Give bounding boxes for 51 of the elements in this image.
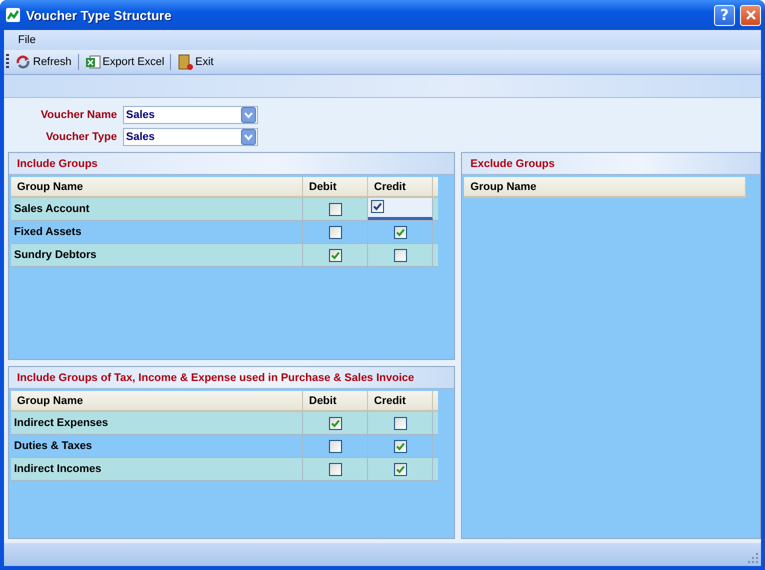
column-header[interactable]: Group Name	[464, 177, 746, 196]
table-row[interactable]: Sundry Debtors	[11, 244, 438, 267]
spreadsheet-icon	[84, 54, 101, 70]
table-cell: Indirect Expenses	[11, 412, 303, 434]
table-row[interactable]: Fixed Assets	[11, 221, 438, 244]
checkbox[interactable]	[371, 200, 384, 213]
dropdown[interactable]: Sales	[123, 128, 258, 146]
column-header[interactable]: Credit	[368, 177, 433, 196]
panel-title: Exclude Groups	[470, 158, 555, 170]
checkbox[interactable]	[328, 248, 342, 262]
table-row[interactable]: Indirect Incomes	[11, 458, 438, 481]
column-header[interactable]: Group Name	[11, 177, 303, 196]
chart-icon	[5, 7, 21, 23]
checkbox[interactable]	[328, 440, 342, 452]
panel-title: Include Groups	[17, 158, 98, 170]
column-header[interactable]: Group Name	[11, 391, 303, 410]
field-label: Voucher Type	[44, 131, 118, 143]
table-cell: Fixed Assets	[11, 221, 303, 243]
column-header[interactable]: Debit	[303, 177, 368, 196]
dropdown[interactable]: Sales	[123, 106, 258, 124]
checkbox[interactable]	[394, 416, 406, 430]
table-cell: Sales Account	[11, 198, 303, 220]
resize-grip-icon[interactable]	[748, 553, 758, 563]
toolbar-button[interactable]: Refresh	[12, 54, 75, 70]
column-header[interactable]: Debit	[303, 391, 368, 410]
field-label: Voucher Name	[40, 109, 118, 121]
toolbar-button[interactable]: Export Excel	[82, 54, 168, 70]
table-cell: Duties & Taxes	[11, 435, 303, 457]
toolbar-button[interactable]: Exit	[174, 54, 217, 70]
checkbox[interactable]	[328, 462, 342, 476]
refresh-icon	[15, 54, 31, 70]
table-cell: Sundry Debtors	[11, 244, 303, 266]
table-row[interactable]: Indirect Expenses	[11, 412, 438, 435]
checkbox[interactable]	[328, 416, 342, 430]
checkbox[interactable]	[328, 202, 342, 216]
table-row[interactable]: Duties & Taxes	[11, 435, 438, 458]
column-header[interactable]: Credit	[368, 391, 433, 410]
close-button[interactable]	[740, 4, 761, 26]
checkbox[interactable]	[394, 462, 406, 476]
checkbox[interactable]	[394, 440, 406, 452]
checkbox[interactable]	[394, 248, 406, 262]
panel-title: Include Groups of Tax, Income & Expense used in Purchase & Sales Invoice	[17, 372, 414, 384]
checkbox[interactable]	[394, 226, 406, 238]
grip-handle[interactable]	[6, 54, 9, 70]
menu-item[interactable]: File	[14, 34, 40, 46]
table-cell: Indirect Incomes	[11, 458, 303, 480]
table-row[interactable]: Sales Account	[11, 198, 438, 221]
close-icon	[744, 9, 756, 21]
window-title: Voucher Type Structure	[26, 8, 172, 22]
checkbox[interactable]	[328, 226, 342, 238]
door-icon	[177, 54, 194, 70]
